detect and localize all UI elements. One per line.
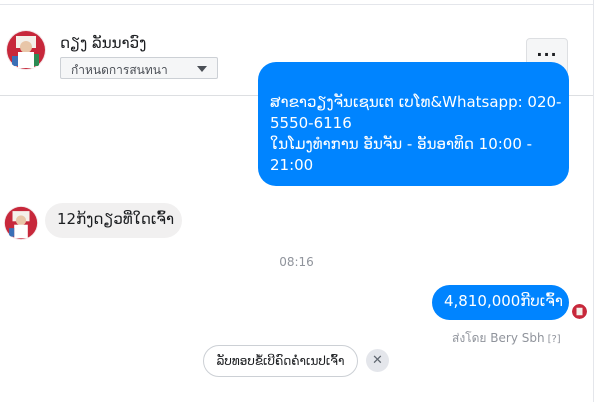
message-line: 5550-6116: [270, 114, 352, 132]
message-timestamp: 08:16: [279, 255, 314, 269]
quick-reply-chip[interactable]: ລັບທອບຂໍ້ເບີຄົດຄ່ຳເນປເຈົ້າ: [203, 345, 358, 377]
incoming-sender-avatar: [4, 206, 38, 240]
sender-avatar-image: [4, 206, 38, 240]
outgoing-message-contact-info: ສາຂາວຽງຈັນເຊນເຕ ເບໂທ&Whatsapp: 020- 5550…: [258, 62, 569, 186]
sent-by-label: ส่งโดย Bery Sbh [?]: [452, 329, 561, 348]
incoming-message: 12ກ້ງດຽວທີ່ໃດເຈົ້າ: [45, 203, 182, 238]
close-icon: ✕: [372, 353, 383, 368]
caret-down-icon: [197, 66, 207, 72]
contact-avatar-image: [6, 30, 46, 70]
message-line: ສາຂາວຽງຈັນເຊນເຕ ເບໂທ&Whatsapp: 020-: [270, 93, 562, 111]
read-receipt-avatar: [572, 304, 587, 319]
sent-by-text: ส่งโดย Bery Sbh: [452, 331, 545, 345]
sent-by-help-link[interactable]: [?]: [548, 334, 561, 345]
dismiss-quick-reply-button[interactable]: ✕: [366, 349, 389, 372]
right-edge-divider: [593, 0, 594, 402]
read-receipt-avatar-image: [572, 304, 587, 319]
conversation-label-value: กำหนดการสนทนา: [71, 63, 168, 77]
conversation-label-select[interactable]: กำหนดการสนทนา: [60, 57, 218, 79]
top-divider: [0, 4, 593, 5]
contact-avatar[interactable]: [6, 30, 46, 70]
message-line: 21:00: [270, 156, 314, 174]
contact-name[interactable]: ດຽງ ລັນນາວົງ: [60, 34, 146, 52]
outgoing-message-price: 4,810,000ກີບເຈົ້າ: [432, 285, 569, 320]
message-line: ໃນໂມງທຳການ ອັນຈັນ - ອັນອາທິດ 10:00 -: [270, 135, 533, 153]
